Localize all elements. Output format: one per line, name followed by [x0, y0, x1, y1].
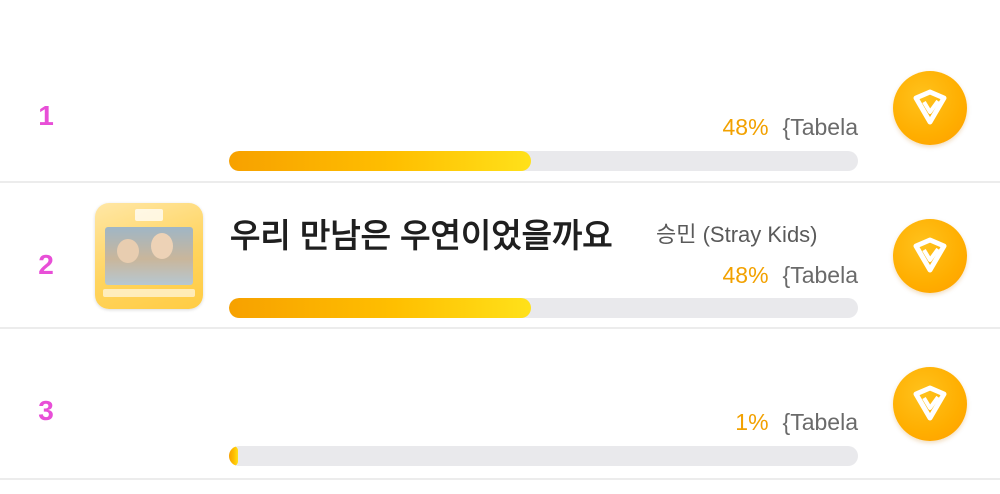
vote-progress-track — [229, 151, 858, 171]
vote-percent-line: 48% {Tabela — [722, 114, 858, 141]
ranking-row-2[interactable]: 2 우리 만남은 우연이었을까요 승민 (Stray Kids) 48% {Tab… — [0, 183, 1000, 328]
vote-suffix: {Tabela — [782, 262, 858, 288]
vote-percent: 48% — [722, 114, 769, 140]
vote-progress-fill — [229, 446, 238, 466]
vote-suffix: {Tabela — [782, 114, 858, 140]
rank-number: 3 — [38, 395, 54, 426]
vote-progress-track — [229, 446, 858, 466]
vote-percent-line: 48% {Tabela — [722, 262, 858, 289]
heart-diamond-icon — [913, 237, 947, 273]
rank-number: 1 — [38, 100, 54, 131]
vote-progress-fill — [229, 298, 531, 318]
rank-number: 2 — [38, 249, 54, 280]
album-cover — [95, 203, 203, 309]
vote-progress-track — [229, 298, 858, 318]
vote-button[interactable] — [893, 219, 967, 293]
vote-percent-line: 1% {Tabela — [735, 409, 858, 436]
vote-button[interactable] — [893, 71, 967, 145]
ranking-row-1[interactable]: 1 48% {Tabela — [0, 0, 1000, 182]
ranking-row-3[interactable]: 3 1% {Tabela — [0, 329, 1000, 479]
heart-diamond-icon — [913, 385, 947, 421]
vote-suffix: {Tabela — [782, 409, 858, 435]
vote-progress-fill — [229, 151, 531, 171]
heart-diamond-icon — [913, 89, 947, 125]
vote-percent: 1% — [735, 409, 769, 435]
vote-percent: 48% — [722, 262, 769, 288]
row-divider — [0, 478, 1000, 480]
artist-name: 승민 (Stray Kids) — [656, 222, 818, 247]
vote-button[interactable] — [893, 367, 967, 441]
song-title: 우리 만남은 우연이었을까요 — [230, 217, 613, 254]
